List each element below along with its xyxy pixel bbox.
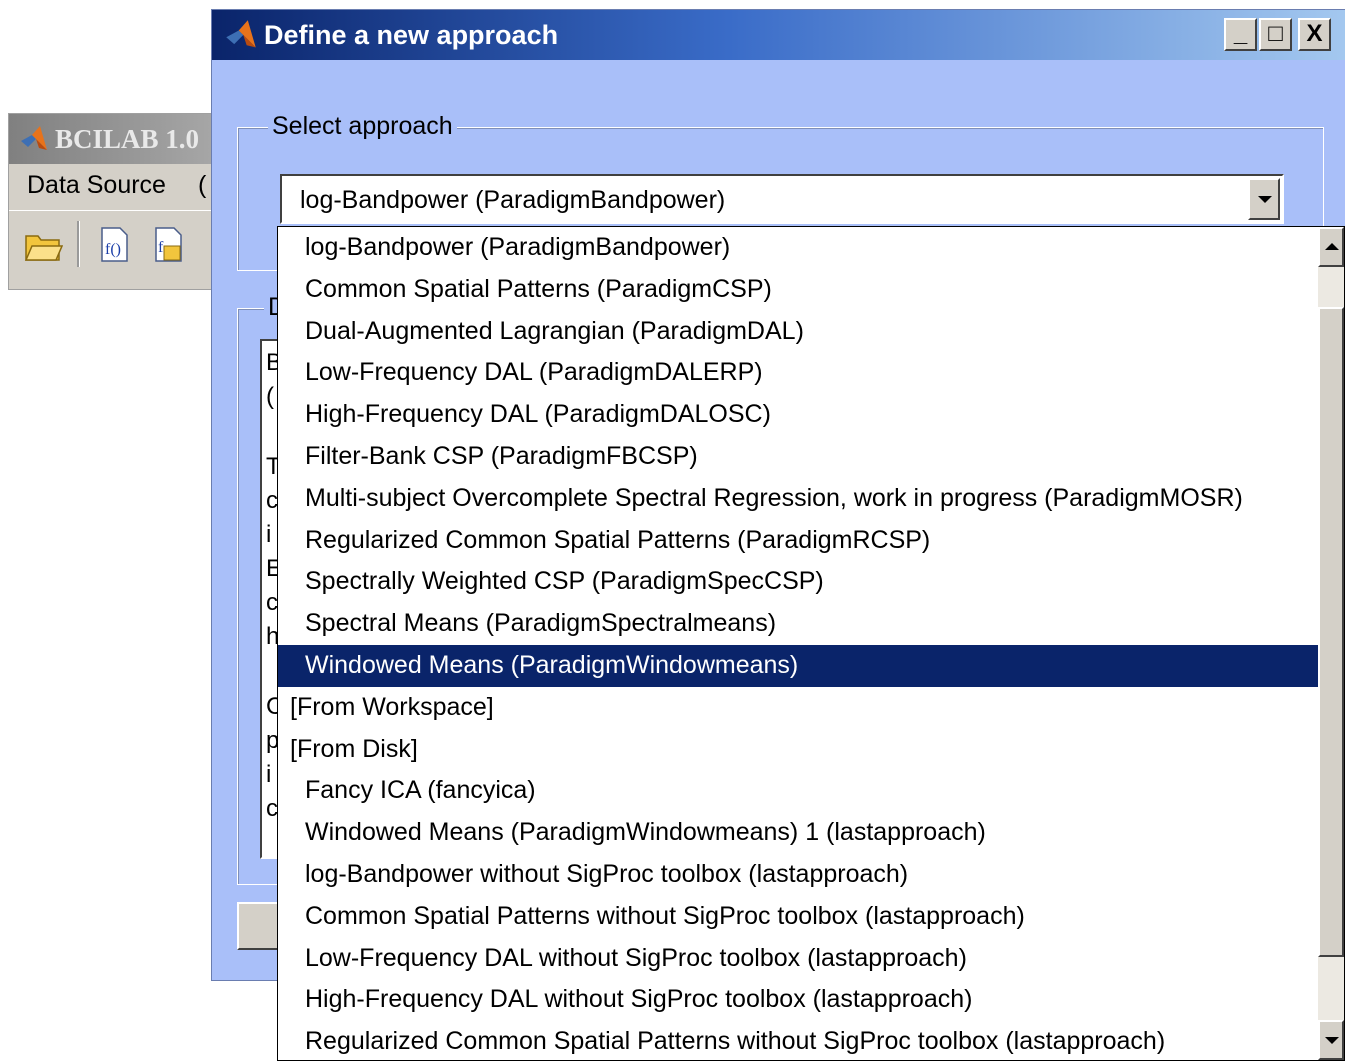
dropdown-option[interactable]: High-Frequency DAL without SigProc toolb… [278, 979, 1318, 1021]
dropdown-option[interactable]: [From Disk] [278, 729, 1318, 771]
maximize-button[interactable]: □ [1259, 18, 1292, 51]
dropdown-option[interactable]: High-Frequency DAL (ParadigmDALOSC) [278, 394, 1318, 436]
scroll-up-icon[interactable] [1318, 227, 1344, 267]
dropdown-option[interactable]: Low-Frequency DAL without SigProc toolbo… [278, 938, 1318, 980]
approach-dropdown-list: log-Bandpower (ParadigmBandpower) Common … [277, 226, 1345, 1061]
open-folder-icon[interactable] [23, 224, 63, 264]
dropdown-option[interactable]: Spectral Means (ParadigmSpectralmeans) [278, 603, 1318, 645]
dropdown-option[interactable]: Spectrally Weighted CSP (ParadigmSpecCSP… [278, 561, 1318, 603]
dropdown-option[interactable]: Windowed Means (ParadigmWindowmeans) 1 (… [278, 812, 1318, 854]
dialog-titlebar[interactable]: Define a new approach _ □ X [212, 10, 1345, 60]
scrollbar-thumb[interactable] [1318, 307, 1344, 957]
dropdown-option[interactable]: Common Spatial Patterns without SigProc … [278, 896, 1318, 938]
menu-data-source[interactable]: Data Source [27, 171, 166, 200]
matlab-logo-icon [21, 126, 47, 150]
dropdown-option-selected[interactable]: Windowed Means (ParadigmWindowmeans) [278, 644, 1318, 687]
open-function-icon[interactable]: f [148, 224, 188, 264]
svg-text:f(): f() [105, 241, 121, 258]
new-function-icon[interactable]: f() [94, 224, 134, 264]
close-button[interactable]: X [1298, 18, 1331, 51]
dropdown-option[interactable]: Common Spatial Patterns (ParadigmCSP) [278, 269, 1318, 311]
dropdown-option[interactable]: Dual-Augmented Lagrangian (ParadigmDAL) [278, 311, 1318, 353]
dropdown-option[interactable]: Fancy ICA (fancyica) [278, 770, 1318, 812]
matlab-logo-icon [226, 20, 256, 48]
dropdown-option[interactable]: Regularized Common Spatial Patterns (Par… [278, 520, 1318, 562]
description-line: i [266, 521, 272, 548]
approach-options: log-Bandpower (ParadigmBandpower) Common … [278, 227, 1318, 1060]
svg-text:f: f [158, 239, 164, 256]
bcilab-toolbar: f() f [9, 210, 222, 277]
bcilab-title: BCILAB 1.0 [55, 123, 200, 154]
menu-partial[interactable]: ( [198, 171, 206, 200]
approach-selected-value: log-Bandpower (ParadigmBandpower) [300, 186, 726, 214]
chevron-down-icon[interactable] [1248, 178, 1280, 220]
dropdown-option[interactable]: log-Bandpower without SigProc toolbox (l… [278, 854, 1318, 896]
dropdown-option[interactable]: Filter-Bank CSP (ParadigmFBCSP) [278, 436, 1318, 478]
minimize-button[interactable]: _ [1224, 18, 1257, 51]
dropdown-option[interactable]: Regularized Common Spatial Patterns with… [278, 1021, 1318, 1060]
scroll-down-icon[interactable] [1318, 1020, 1344, 1060]
description-line: ( [266, 383, 274, 410]
toolbar-separator [77, 221, 80, 267]
bcilab-main-window: BCILAB 1.0 Data Source ( f() f [8, 113, 223, 290]
dropdown-option[interactable]: Low-Frequency DAL (ParadigmDALERP) [278, 352, 1318, 394]
description-line: i [266, 761, 272, 788]
dropdown-option[interactable]: [From Workspace] [278, 687, 1318, 729]
select-approach-label: Select approach [268, 112, 457, 141]
dialog-title: Define a new approach [264, 19, 559, 50]
dropdown-option[interactable]: Multi-subject Overcomplete Spectral Regr… [278, 478, 1318, 520]
approach-dropdown[interactable]: log-Bandpower (ParadigmBandpower) [280, 174, 1284, 224]
bcilab-titlebar: BCILAB 1.0 [9, 114, 222, 164]
dropdown-option[interactable]: log-Bandpower (ParadigmBandpower) [278, 227, 1318, 269]
bcilab-menubar: Data Source ( [9, 164, 222, 206]
dropdown-scrollbar[interactable] [1318, 227, 1344, 1060]
